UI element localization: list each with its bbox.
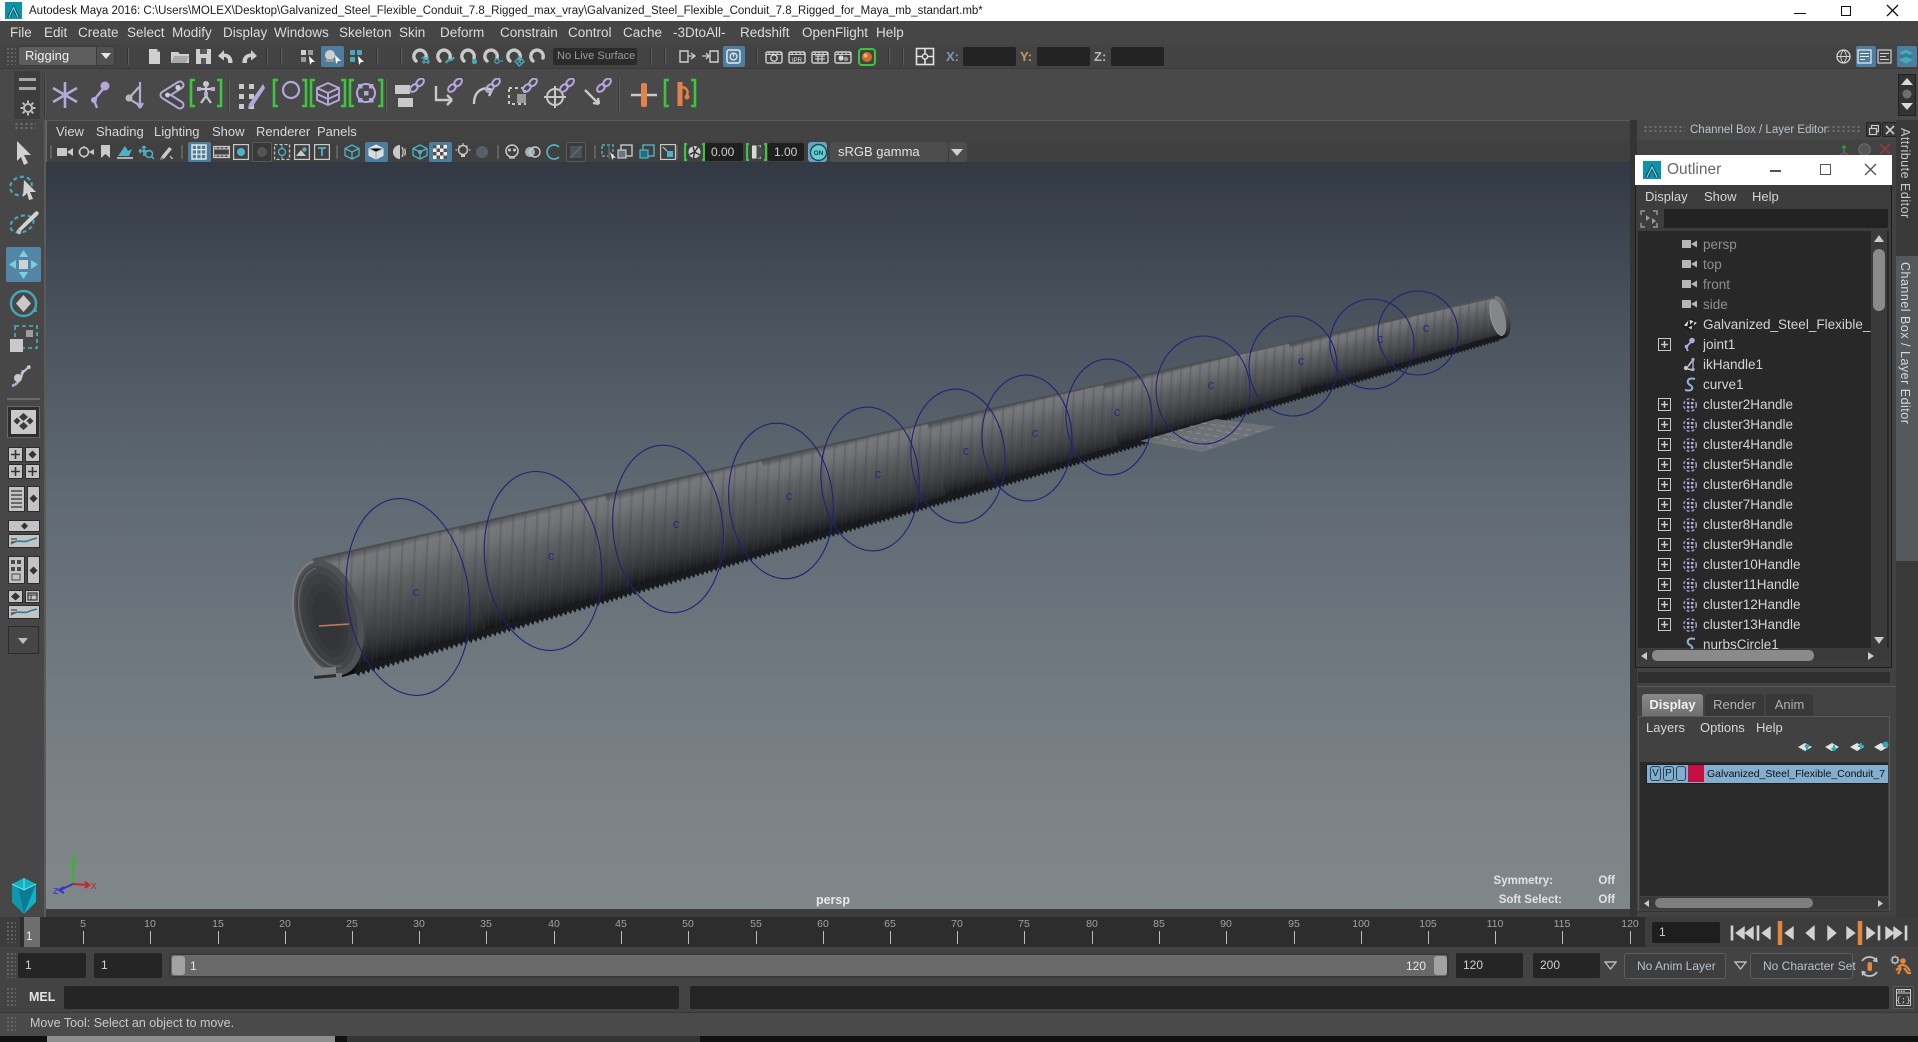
svg-text:c: c bbox=[875, 467, 881, 481]
svg-text:c: c bbox=[548, 549, 554, 563]
svg-text:c: c bbox=[1298, 354, 1304, 368]
svg-text:c: c bbox=[673, 517, 679, 531]
svg-text:c: c bbox=[1032, 426, 1038, 440]
svg-text:persp: persp bbox=[816, 893, 850, 907]
svg-text:IPR: IPR bbox=[792, 58, 803, 64]
svg-text:c: c bbox=[1423, 321, 1429, 335]
svg-text:ON: ON bbox=[814, 150, 824, 157]
svg-text:z: z bbox=[53, 885, 59, 897]
svg-text:c: c bbox=[1114, 405, 1120, 419]
svg-text:c: c bbox=[413, 585, 419, 599]
svg-text:Symmetry:: Symmetry: bbox=[1494, 875, 1553, 887]
svg-text:y: y bbox=[71, 850, 77, 862]
svg-text:x: x bbox=[91, 880, 97, 892]
svg-text:c: c bbox=[1208, 378, 1214, 392]
svg-text:c: c bbox=[963, 444, 969, 458]
svg-text:c: c bbox=[786, 489, 792, 503]
svg-text:Soft Select:: Soft Select: bbox=[1499, 894, 1562, 906]
svg-text:{;}: {;} bbox=[1896, 997, 1910, 1006]
svg-text:Off: Off bbox=[1598, 894, 1615, 906]
svg-text:Off: Off bbox=[1598, 875, 1615, 887]
